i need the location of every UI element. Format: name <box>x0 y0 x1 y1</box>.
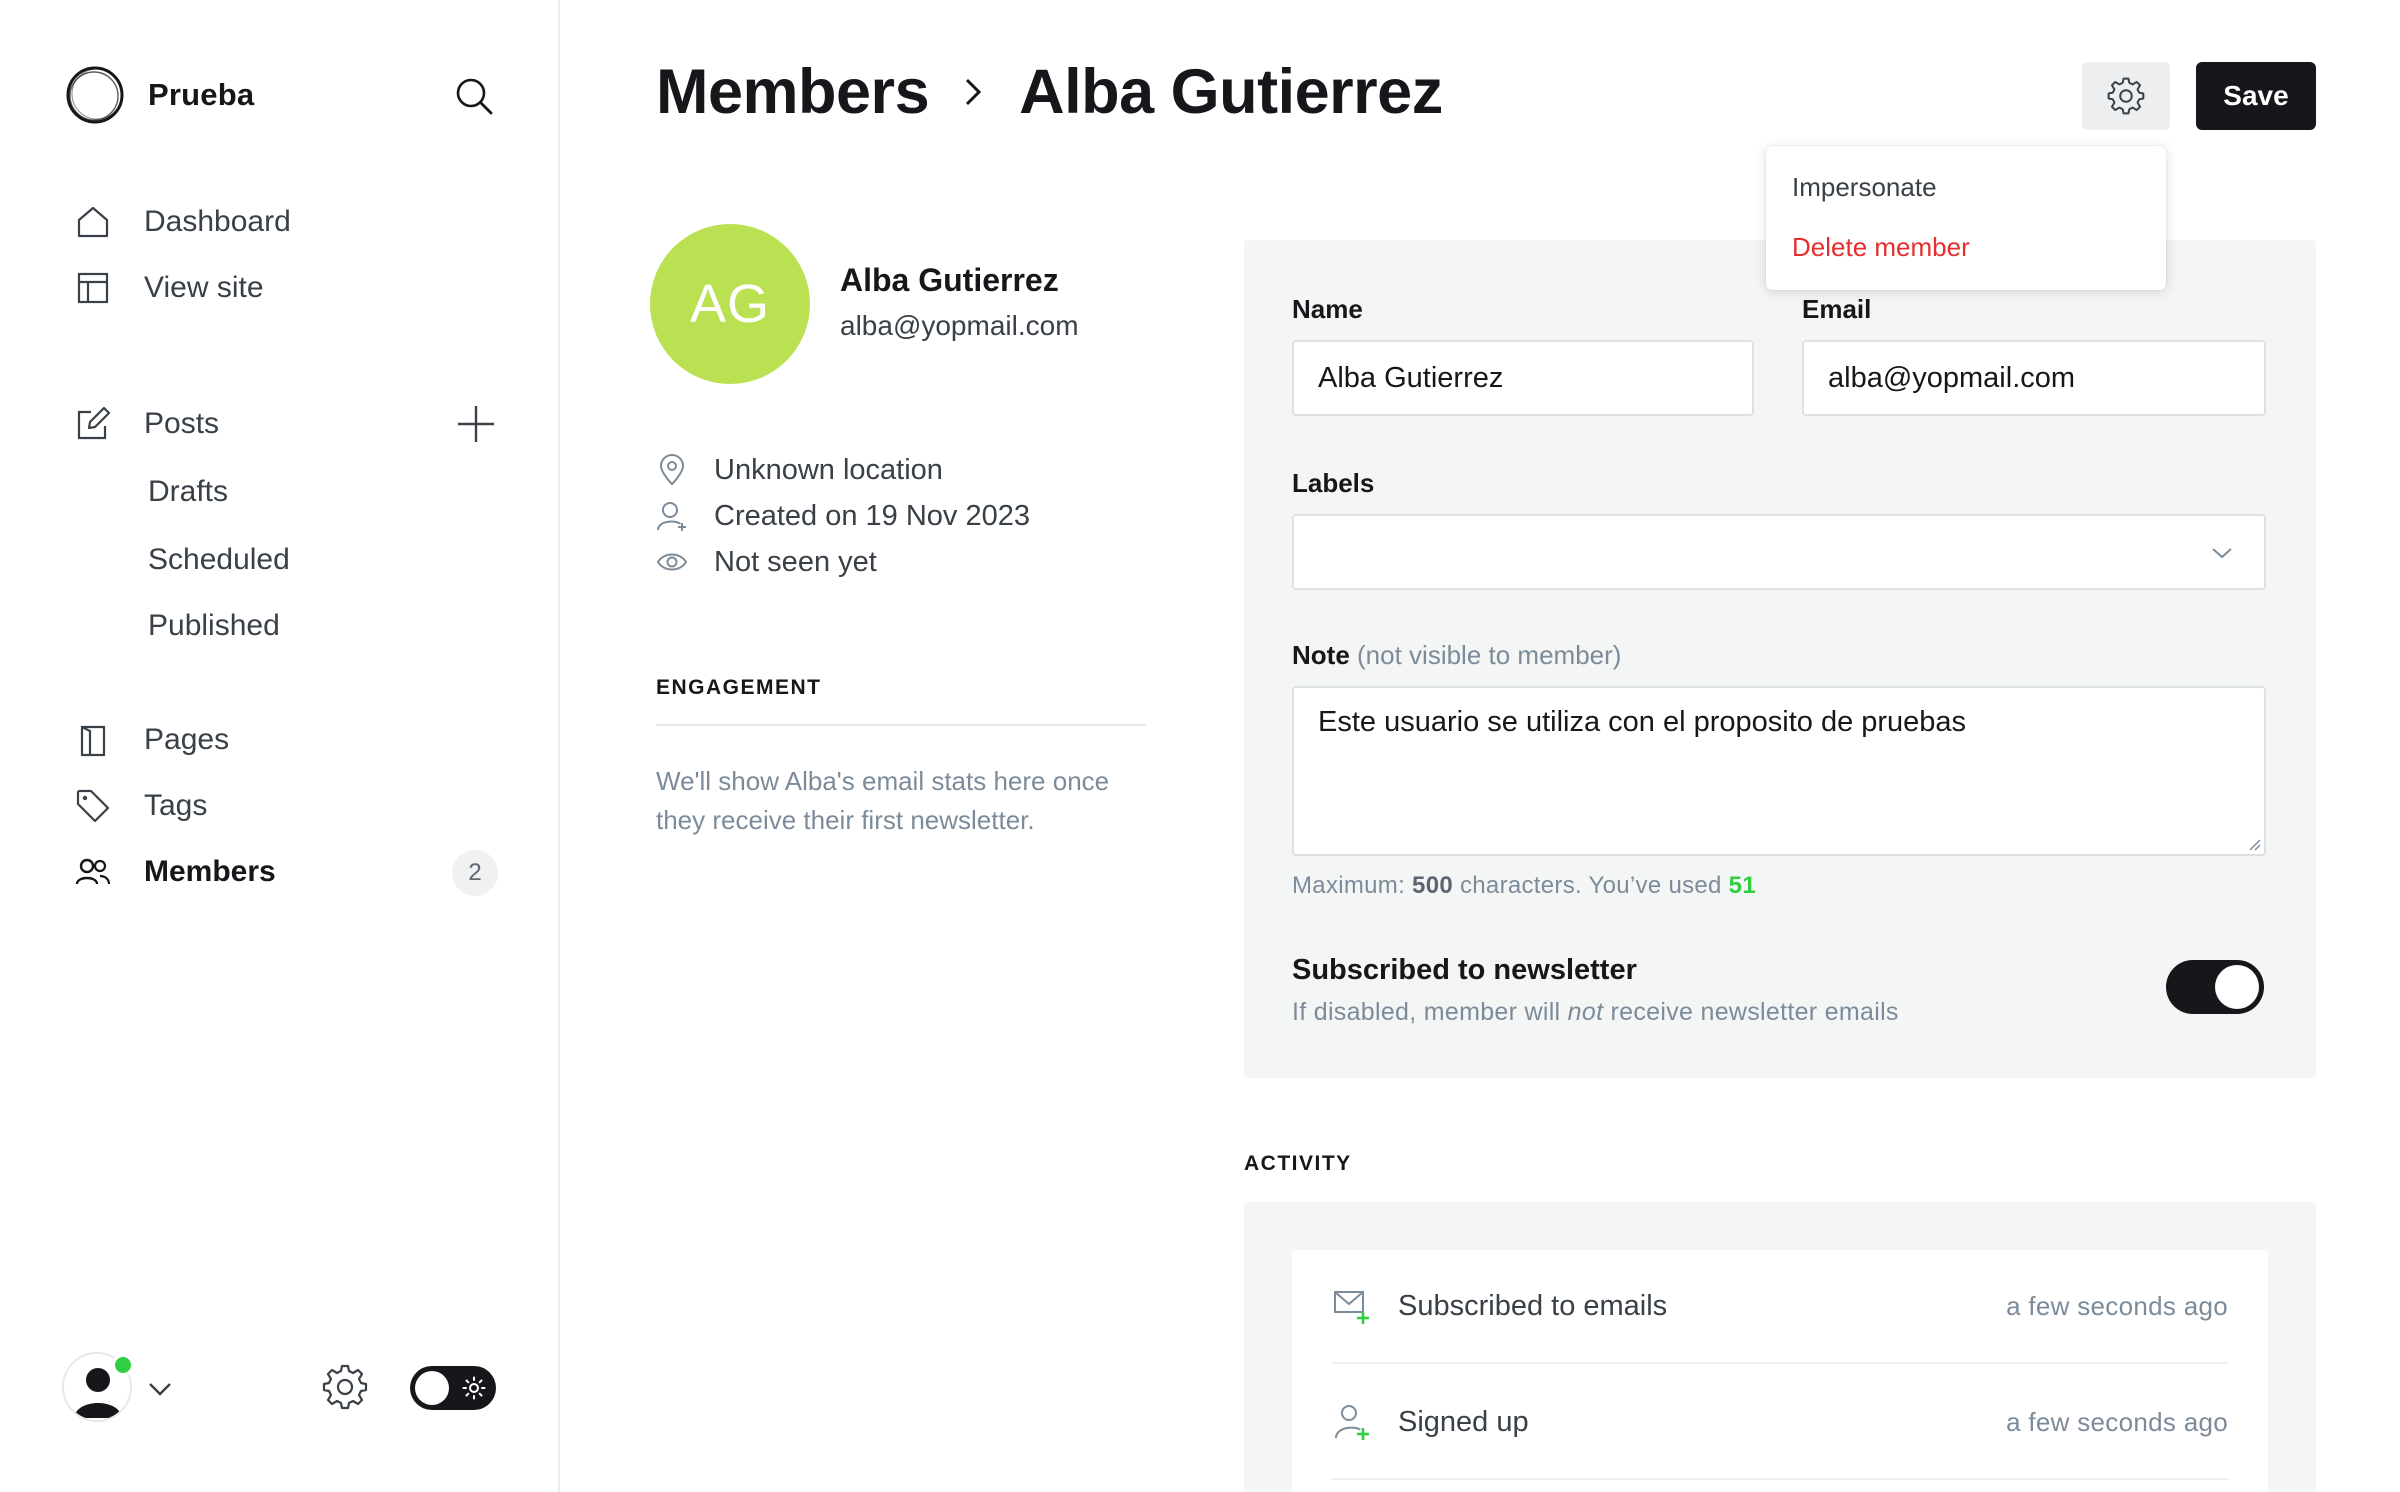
note-label-text: Note <box>1292 640 1350 670</box>
gear-icon <box>2107 77 2145 115</box>
nav-posts-label: Posts <box>144 407 220 440</box>
newsletter-toggle-knob <box>2215 965 2259 1009</box>
member-email: alba@yopmail.com <box>840 310 1079 341</box>
activity-heading: ACTIVITY <box>1244 1152 1352 1175</box>
name-field[interactable]: Alba Gutierrez <box>1292 340 1754 416</box>
engagement-text: We'll show Alba's email stats here once … <box>656 766 1110 835</box>
nav-pages-label: Pages <box>144 723 230 756</box>
nav-tags-label: Tags <box>144 789 208 822</box>
theme-toggle[interactable] <box>410 1366 496 1410</box>
member-actions-menu: Impersonate Delete member <box>1766 146 2166 290</box>
member-location-text: Unknown location <box>714 453 943 486</box>
hint-middle: characters. You’ve used <box>1453 872 1729 899</box>
nav-published[interactable]: Published <box>148 604 280 648</box>
newsletter-description: If disabled, member will not receive new… <box>1292 998 1899 1027</box>
activity-label: Subscribed to emails <box>1398 1289 1668 1322</box>
nav-pages[interactable]: Pages <box>74 714 229 766</box>
save-button[interactable]: Save <box>2196 62 2316 130</box>
member-actions-button[interactable] <box>2082 62 2170 130</box>
engagement-divider <box>656 724 1146 726</box>
tag-icon <box>74 787 112 825</box>
chevron-down-icon[interactable] <box>146 1376 174 1400</box>
note-textarea[interactable]: Este usuario se utiliza con el proposito… <box>1292 686 2266 856</box>
email-subscribe-icon <box>1334 1291 1369 1324</box>
sidebar: Prueba Dashboard View site Posts Drafts … <box>0 0 560 1492</box>
location-pin-icon <box>659 454 685 486</box>
labels-label: Labels <box>1292 468 1375 498</box>
activity-time: a few seconds ago <box>2006 1406 2228 1437</box>
user-add-icon <box>1335 1405 1369 1440</box>
chevron-down-icon <box>2212 548 2232 559</box>
hint-prefix: Maximum: <box>1292 872 1413 899</box>
nav-drafts[interactable]: Drafts <box>148 470 228 514</box>
note-sublabel: (not visible to member) <box>1357 640 1622 670</box>
user-add-icon <box>657 502 686 531</box>
note-char-hint: Maximum: 500 characters. You’ve used 51 <box>1292 872 1756 900</box>
activity-row: Subscribed to emails a few seconds ago <box>1332 1250 2228 1364</box>
theme-toggle-knob <box>415 1371 449 1405</box>
member-last-seen: Not seen yet <box>656 542 877 582</box>
newsletter-desc-post: receive newsletter emails <box>1603 998 1899 1026</box>
search-icon[interactable] <box>452 74 496 118</box>
newsletter-toggle[interactable] <box>2166 960 2264 1014</box>
delete-member-menu-item[interactable]: Delete member <box>1792 232 1970 263</box>
home-icon <box>74 203 112 241</box>
nav-posts[interactable]: Posts <box>74 398 219 450</box>
member-avatar: AG <box>650 224 810 384</box>
email-field[interactable]: alba@yopmail.com <box>1802 340 2266 416</box>
engagement-heading: ENGAGEMENT <box>656 676 822 699</box>
gear-icon[interactable] <box>322 1364 368 1410</box>
member-location: Unknown location <box>656 450 943 490</box>
chevron-right-icon <box>966 78 982 106</box>
nav-members-label: Members <box>144 855 276 888</box>
nav-view-site[interactable]: View site <box>74 262 264 314</box>
member-name: Alba Gutierrez <box>840 262 1059 298</box>
edit-icon <box>74 405 112 443</box>
page-title: Alba Gutierrez <box>1019 57 1443 127</box>
note-textarea-value: Este usuario se utiliza con el proposito… <box>1318 706 1967 738</box>
newsletter-desc-em: not <box>1567 998 1604 1026</box>
activity-time: a few seconds ago <box>2006 1290 2228 1321</box>
activity-label: Signed up <box>1398 1405 1529 1438</box>
newsletter-desc-pre: If disabled, member will <box>1292 998 1568 1026</box>
brand-logo-icon <box>66 66 124 124</box>
breadcrumb-members-link[interactable]: Members <box>656 56 930 128</box>
members-count-badge: 2 <box>452 850 498 896</box>
online-status-dot <box>112 1354 134 1376</box>
name-label: Name <box>1292 294 1363 324</box>
email-label: Email <box>1802 294 1872 324</box>
nav-view-site-label: View site <box>144 271 264 304</box>
impersonate-menu-item[interactable]: Impersonate <box>1792 172 1937 203</box>
nav-scheduled[interactable]: Scheduled <box>148 538 290 582</box>
hint-max: 500 <box>1412 872 1453 899</box>
brand-name: Prueba <box>148 77 255 112</box>
page-icon <box>74 721 112 759</box>
breadcrumb: Members Alba Gutierrez <box>656 56 1443 128</box>
nav-dashboard-label: Dashboard <box>144 205 291 238</box>
member-created: Created on 19 Nov 2023 <box>656 496 1030 536</box>
labels-select[interactable] <box>1292 514 2266 590</box>
sun-icon <box>462 1376 486 1400</box>
nav-members[interactable]: Members <box>74 846 276 898</box>
nav-tags[interactable]: Tags <box>74 780 207 832</box>
nav-dashboard[interactable]: Dashboard <box>74 196 291 248</box>
members-icon <box>74 853 112 891</box>
layout-icon <box>74 269 112 307</box>
plus-icon[interactable] <box>456 404 496 444</box>
newsletter-title: Subscribed to newsletter <box>1292 954 1637 986</box>
member-last-seen-text: Not seen yet <box>714 545 877 578</box>
brand[interactable]: Prueba <box>64 64 254 126</box>
eye-icon <box>656 553 688 571</box>
note-label: Note (not visible to member) <box>1292 640 1621 671</box>
activity-row: Signed up a few seconds ago <box>1332 1366 2228 1480</box>
resize-handle-icon[interactable] <box>2246 836 2262 852</box>
member-created-text: Created on 19 Nov 2023 <box>714 499 1030 532</box>
hint-used: 51 <box>1728 872 1756 899</box>
